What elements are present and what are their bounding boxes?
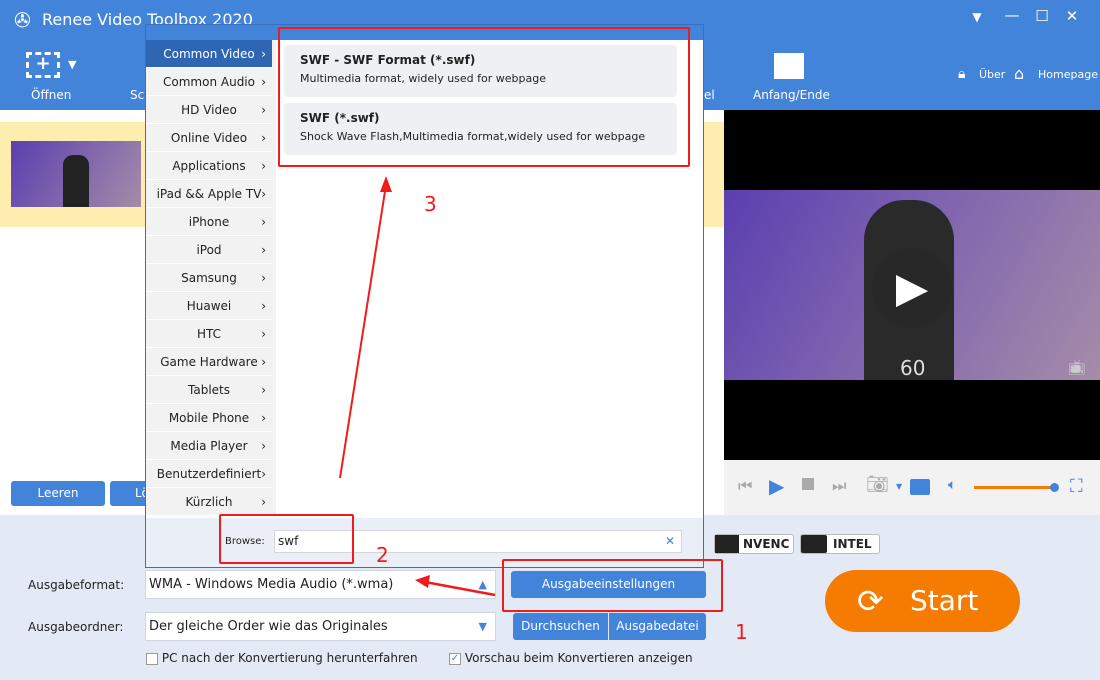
arrowhead	[380, 176, 392, 192]
annotation-arrows	[339, 176, 496, 597]
arrowhead	[415, 575, 430, 588]
annotation-arrow	[424, 580, 496, 597]
annotation-arrow	[339, 184, 387, 479]
